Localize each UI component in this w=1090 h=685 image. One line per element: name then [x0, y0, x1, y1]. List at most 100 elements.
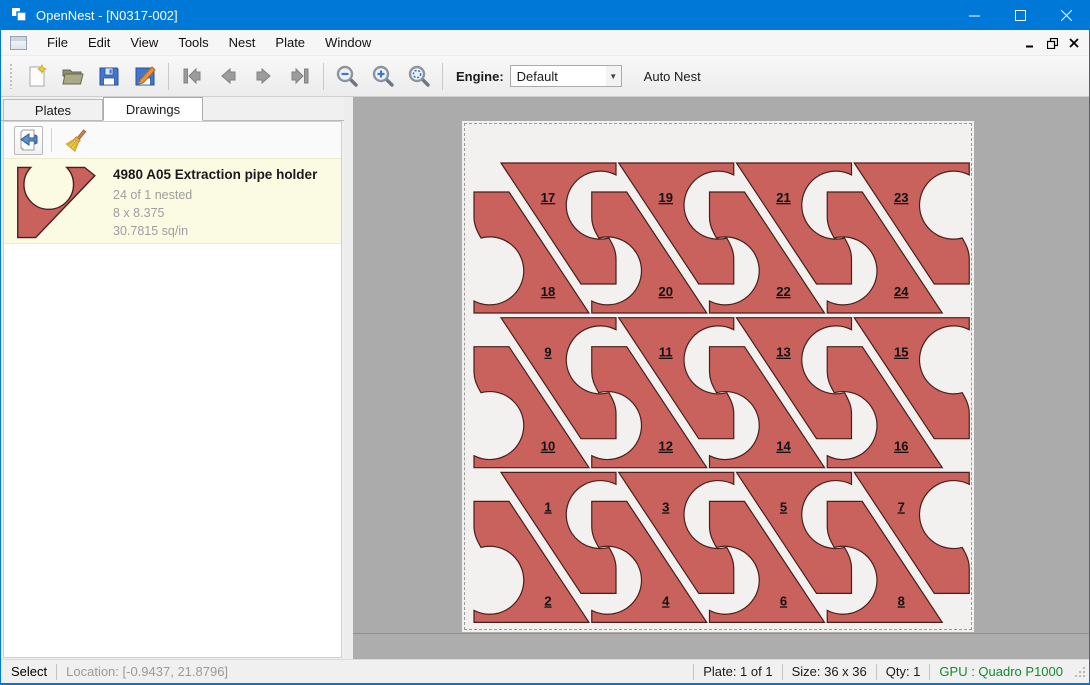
part-number-label: 7: [898, 499, 905, 514]
import-drawing-button[interactable]: [14, 126, 43, 155]
last-plate-button[interactable]: [282, 60, 318, 92]
part-number-label: 24: [894, 284, 909, 299]
auto-nest-button[interactable]: Auto Nest: [636, 64, 709, 89]
mdi-close-icon: [1069, 38, 1079, 48]
close-button[interactable]: [1043, 0, 1089, 30]
maximize-icon: [1015, 10, 1026, 21]
part-pair: 56: [710, 472, 852, 622]
part-thumbnail: [17, 166, 97, 239]
horizontal-scrollbar[interactable]: [353, 633, 1090, 659]
status-separator: [56, 664, 57, 680]
toolbar-separator: [323, 63, 324, 90]
part-pair: 2122: [710, 163, 852, 313]
part-pair: 2324: [827, 163, 969, 313]
mdi-document-icon[interactable]: [10, 36, 27, 50]
previous-plate-button[interactable]: [210, 60, 246, 92]
zoom-out-button[interactable]: [329, 60, 365, 92]
drawings-toolbar: [4, 122, 341, 158]
new-button[interactable]: [19, 60, 55, 92]
part-pair: 1314: [710, 318, 852, 468]
status-plate: Plate: 1 of 1: [703, 664, 772, 679]
minimize-icon: [969, 10, 980, 21]
go-first-icon: [179, 64, 205, 88]
status-qty: Qty: 1: [886, 664, 921, 679]
part-pair: 1718: [474, 163, 616, 313]
part-pair: 12: [474, 472, 616, 622]
part-number-label: 8: [898, 593, 905, 608]
next-plate-button[interactable]: [246, 60, 282, 92]
first-plate-button[interactable]: [174, 60, 210, 92]
menu-item-view[interactable]: View: [120, 31, 168, 54]
part-number-label: 19: [659, 190, 673, 205]
part-number-label: 13: [776, 345, 790, 360]
status-separator: [693, 664, 694, 680]
open-button[interactable]: [55, 60, 91, 92]
part-number-label: 10: [541, 439, 555, 454]
part-pair: 910: [474, 318, 616, 468]
menu-item-file[interactable]: File: [37, 31, 78, 54]
zoom-in-button[interactable]: [365, 60, 401, 92]
resize-grip[interactable]: [1073, 665, 1086, 678]
engine-value: Default: [517, 69, 558, 84]
plate-sheet[interactable]: 171819202122232491011121314151612345678: [462, 121, 974, 632]
new-document-icon: [25, 64, 49, 88]
window-title: OpenNest - [N0317-002]: [36, 8, 178, 23]
go-last-icon: [287, 64, 313, 88]
toolbar-separator: [168, 63, 169, 90]
part-number-label: 16: [894, 439, 908, 454]
menu-item-window[interactable]: Window: [315, 31, 381, 54]
part-pair: 78: [827, 472, 969, 622]
part-number-label: 6: [780, 593, 787, 608]
menu-bar: FileEditViewToolsNestPlateWindow: [1, 30, 1089, 56]
part-number-label: 21: [776, 190, 790, 205]
save-as-button[interactable]: [127, 60, 163, 92]
engine-combobox[interactable]: Default ▼: [510, 65, 622, 87]
menu-item-plate[interactable]: Plate: [265, 31, 315, 54]
drawing-list-item[interactable]: 4980 A05 Extraction pipe holder 24 of 1 …: [4, 158, 341, 244]
zoom-out-icon: [335, 64, 359, 88]
import-drawing-icon: [17, 128, 41, 152]
tab-drawings[interactable]: Drawings: [103, 97, 203, 121]
zoom-in-icon: [371, 64, 395, 88]
mdi-close-button[interactable]: [1063, 33, 1085, 53]
tab-plates[interactable]: Plates: [3, 99, 103, 120]
status-separator: [876, 664, 877, 680]
status-separator: [929, 664, 930, 680]
zoom-fit-button[interactable]: [401, 60, 437, 92]
part-number-label: 17: [541, 190, 555, 205]
toolbar-grip[interactable]: [9, 63, 13, 89]
minimize-button[interactable]: [951, 0, 997, 30]
maximize-button[interactable]: [997, 0, 1043, 30]
part-number-label: 12: [659, 439, 673, 454]
menu-item-tools[interactable]: Tools: [168, 31, 218, 54]
app-icon: [11, 7, 28, 23]
menu-item-nest[interactable]: Nest: [219, 31, 266, 54]
panel-splitter[interactable]: [344, 97, 353, 659]
part-pair: 34: [592, 472, 734, 622]
part-number-label: 20: [659, 284, 673, 299]
save-button[interactable]: [91, 60, 127, 92]
part-number-label: 3: [662, 499, 669, 514]
menu-item-edit[interactable]: Edit: [78, 31, 120, 54]
part-number-label: 15: [894, 345, 908, 360]
status-mode: Select: [11, 664, 47, 679]
toolbar-separator: [51, 128, 52, 152]
mdi-restore-button[interactable]: [1041, 33, 1063, 53]
nest-canvas[interactable]: 171819202122232491011121314151612345678: [353, 97, 1090, 633]
part-number-label: 11: [659, 345, 673, 360]
part-number-label: 2: [544, 593, 551, 608]
mdi-restore-icon: [1047, 38, 1058, 49]
part-pair: 1516: [827, 318, 969, 468]
title-bar: OpenNest - [N0317-002]: [1, 0, 1089, 30]
go-next-icon: [251, 64, 277, 88]
save-edit-icon: [133, 64, 157, 88]
clear-drawings-button[interactable]: [62, 126, 91, 155]
chevron-down-icon: ▼: [606, 66, 621, 86]
zoom-fit-icon: [407, 64, 431, 88]
part-number-label: 18: [541, 284, 555, 299]
broom-icon: [64, 127, 90, 153]
close-icon: [1061, 10, 1072, 21]
drawing-area: 30.7815 sq/in: [113, 222, 317, 240]
mdi-minimize-button[interactable]: [1019, 33, 1041, 53]
part-number-label: 1: [544, 499, 551, 514]
